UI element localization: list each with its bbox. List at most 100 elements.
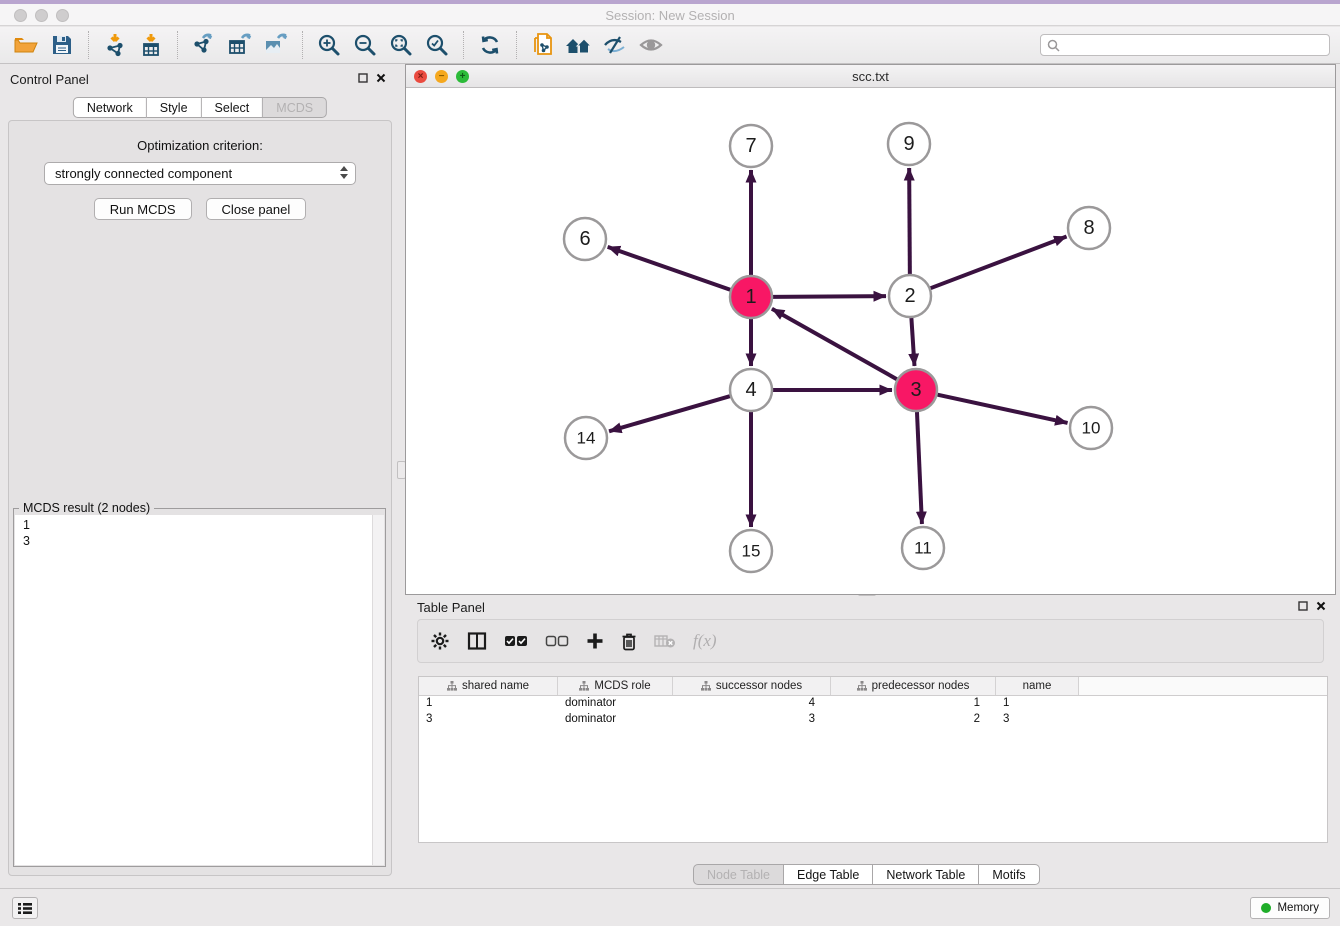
node-10[interactable]: 10	[1070, 407, 1112, 449]
tab-mcds[interactable]: MCDS	[263, 97, 327, 118]
search-input[interactable]	[1064, 36, 1329, 54]
deselect-all-icon[interactable]	[545, 635, 569, 647]
cell-name[interactable]: 1	[996, 696, 1079, 712]
settings-gear-icon[interactable]	[430, 631, 450, 651]
edge-3-1[interactable]	[772, 309, 897, 379]
run-mcds-button[interactable]: Run MCDS	[94, 198, 192, 220]
import-network-button[interactable]	[97, 29, 133, 61]
cell-successor-nodes[interactable]: 4	[673, 696, 831, 712]
cell-successor-nodes[interactable]: 3	[673, 712, 831, 728]
tab-motifs[interactable]: Motifs	[979, 864, 1039, 885]
home-view-button[interactable]	[561, 29, 597, 61]
network-canvas[interactable]: 1 2 3 4 6 7 8 9 10 11 14 15	[406, 88, 1335, 594]
home-view-icon	[564, 34, 594, 56]
hide-graphics-details-button[interactable]	[597, 29, 633, 61]
memory-button[interactable]: Memory	[1250, 897, 1330, 919]
node-6[interactable]: 6	[564, 218, 606, 260]
close-panel-button[interactable]: Close panel	[206, 198, 307, 220]
task-history-button[interactable]	[12, 897, 38, 919]
search-icon	[1047, 39, 1060, 52]
result-scrollbar[interactable]	[372, 515, 384, 865]
zoom-out-button[interactable]	[347, 29, 383, 61]
function-builder-icon[interactable]: f(x)	[693, 631, 717, 651]
cell-shared-name[interactable]: 1	[419, 696, 558, 712]
export-image-button[interactable]	[258, 29, 294, 61]
table-toolbar: f(x)	[417, 619, 1324, 663]
node-15[interactable]: 15	[730, 530, 772, 572]
table-row[interactable]: 1dominator411	[419, 696, 1327, 712]
float-panel-icon[interactable]	[1298, 601, 1308, 611]
zoom-selected-icon	[425, 33, 449, 57]
delete-table-icon[interactable]	[654, 633, 676, 649]
tab-edge-table[interactable]: Edge Table	[784, 864, 873, 885]
node-table: shared nameMCDS rolesuccessor nodesprede…	[418, 676, 1328, 843]
node-label: 1	[745, 286, 756, 308]
close-panel-icon[interactable]	[376, 73, 386, 83]
zoom-fit-button[interactable]	[383, 29, 419, 61]
zoom-selected-button[interactable]	[419, 29, 455, 61]
edge-4-14[interactable]	[609, 396, 730, 431]
node-4[interactable]: 4	[730, 369, 772, 411]
tab-node-table[interactable]: Node Table	[693, 864, 784, 885]
zoom-in-icon	[317, 33, 341, 57]
node-1[interactable]: 1	[730, 276, 772, 318]
column-header-name[interactable]: name	[996, 677, 1079, 695]
node-7[interactable]: 7	[730, 125, 772, 167]
cell-shared-name[interactable]: 3	[419, 712, 558, 728]
table-row[interactable]: 3dominator323	[419, 712, 1327, 728]
edge-2-9[interactable]	[909, 168, 910, 274]
trash-icon[interactable]	[621, 632, 637, 651]
cell-predecessor-nodes[interactable]: 1	[831, 696, 996, 712]
show-graphics-details-button[interactable]	[633, 29, 669, 61]
node-14[interactable]: 14	[565, 417, 607, 459]
memory-button-label: Memory	[1277, 902, 1319, 914]
node-label: 2	[904, 285, 915, 307]
close-panel-icon[interactable]	[1316, 601, 1326, 611]
node-3[interactable]: 3	[895, 369, 937, 411]
edge-3-11[interactable]	[917, 412, 922, 524]
export-table-button[interactable]	[222, 29, 258, 61]
export-network-button[interactable]	[186, 29, 222, 61]
import-network-icon	[102, 32, 128, 58]
network-graph[interactable]: 1 2 3 4 6 7 8 9 10 11 14 15	[406, 88, 1335, 594]
cell-MCDS-role[interactable]: dominator	[558, 696, 673, 712]
node-11[interactable]: 11	[902, 527, 944, 569]
edge-3-10[interactable]	[937, 395, 1067, 423]
edge-2-3[interactable]	[911, 318, 914, 366]
column-header-predecessor-nodes[interactable]: predecessor nodes	[831, 677, 996, 695]
edge-2-8[interactable]	[931, 237, 1067, 289]
apply-layout-button[interactable]	[472, 29, 508, 61]
node-9[interactable]: 9	[888, 123, 930, 165]
split-columns-icon[interactable]	[467, 632, 487, 650]
open-session-button[interactable]	[8, 29, 44, 61]
criterion-dropdown[interactable]: strongly connected component	[44, 162, 356, 185]
node-8[interactable]: 8	[1068, 207, 1110, 249]
cell-predecessor-nodes[interactable]: 2	[831, 712, 996, 728]
zoom-in-button[interactable]	[311, 29, 347, 61]
mcds-tab-content: Optimization criterion: strongly connect…	[8, 120, 392, 876]
new-network-from-selection-button[interactable]	[525, 29, 561, 61]
node-label: 14	[577, 429, 596, 448]
tab-select[interactable]: Select	[202, 97, 264, 118]
import-table-button[interactable]	[133, 29, 169, 61]
edge-1-6[interactable]	[608, 247, 731, 290]
column-header-shared-name[interactable]: shared name	[419, 677, 558, 695]
cell-MCDS-role[interactable]: dominator	[558, 712, 673, 728]
tab-style[interactable]: Style	[147, 97, 202, 118]
float-panel-icon[interactable]	[358, 73, 368, 83]
column-header-successor-nodes[interactable]: successor nodes	[673, 677, 831, 695]
edge-1-2[interactable]	[773, 296, 886, 297]
node-label: 11	[914, 539, 932, 558]
search-field[interactable]	[1040, 34, 1330, 56]
network-window-titlebar[interactable]: × − + scc.txt	[406, 65, 1335, 88]
column-header-MCDS-role[interactable]: MCDS role	[558, 677, 673, 695]
save-session-button[interactable]	[44, 29, 80, 61]
tab-network[interactable]: Network	[73, 97, 147, 118]
add-column-icon[interactable]	[586, 632, 604, 650]
table-panel: Table Panel	[405, 597, 1336, 865]
node-2[interactable]: 2	[889, 275, 931, 317]
tab-network-table[interactable]: Network Table	[873, 864, 979, 885]
mcds-result-list[interactable]: 13	[15, 515, 384, 865]
cell-name[interactable]: 3	[996, 712, 1079, 728]
select-all-icon[interactable]	[504, 635, 528, 647]
